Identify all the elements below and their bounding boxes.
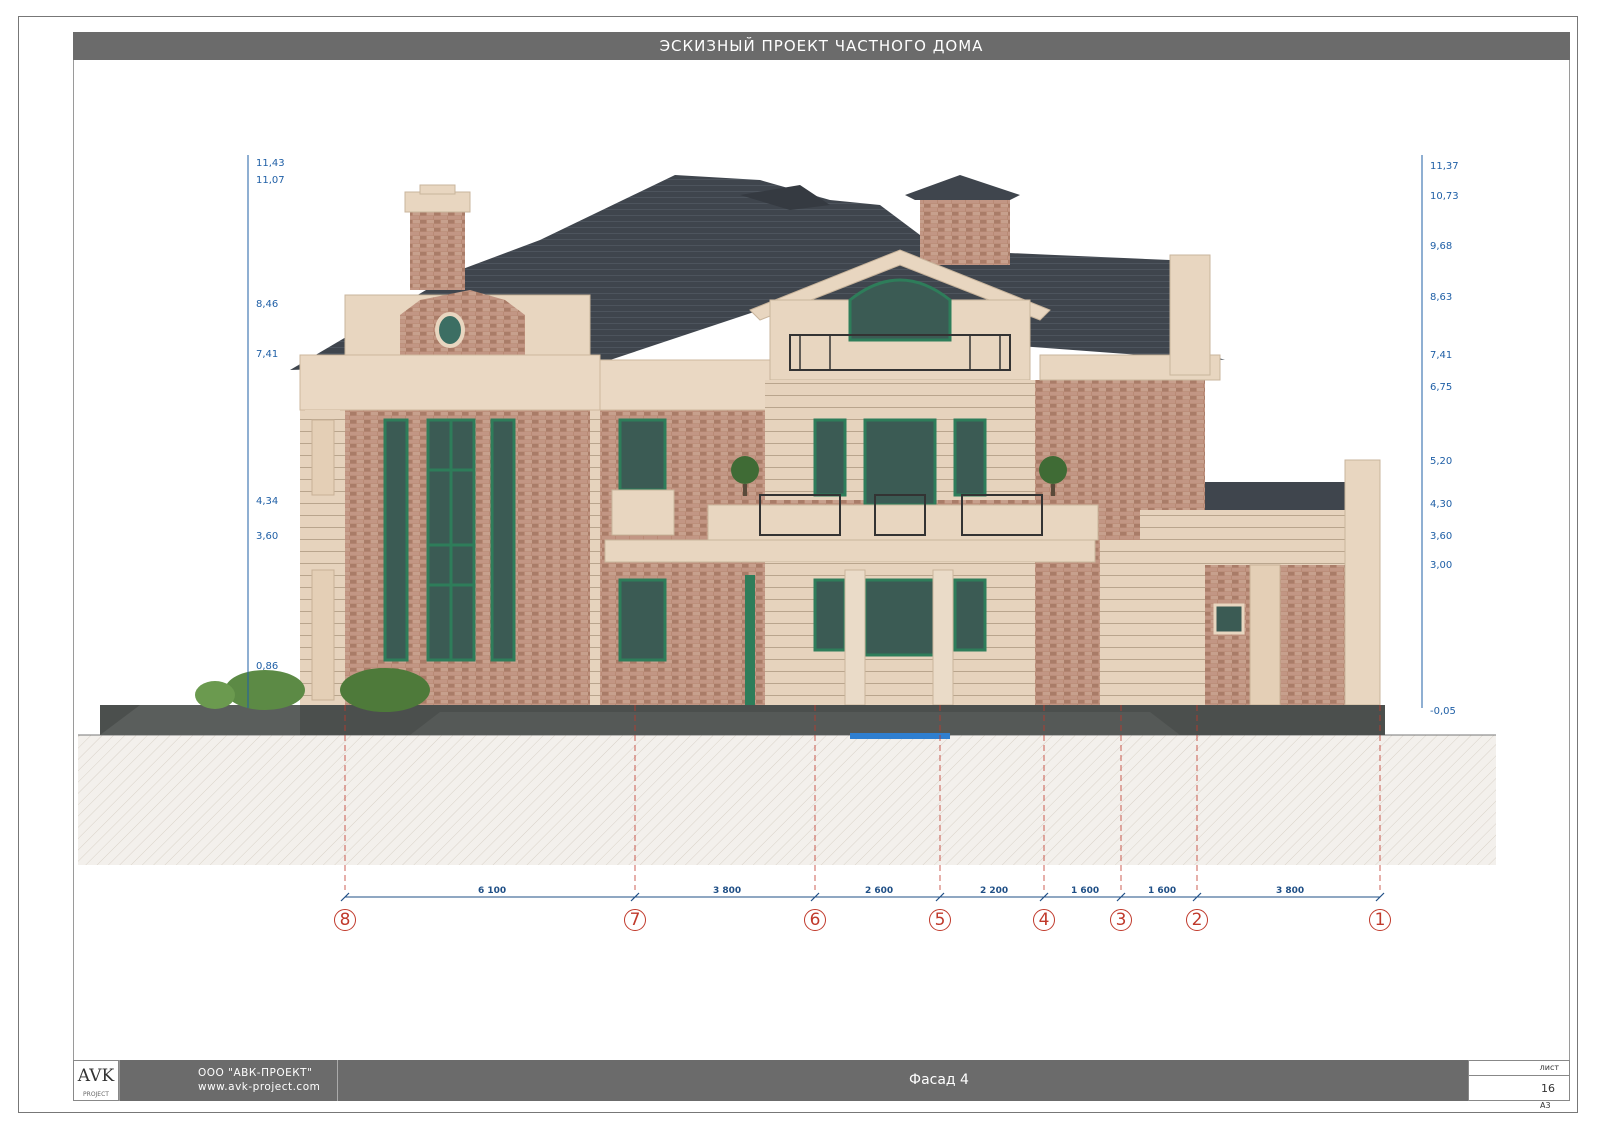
- level-right-5: 7,41: [1430, 350, 1453, 361]
- company-name: ООО "АВК-ПРОЕКТ": [198, 1067, 313, 1079]
- annex-roof: [1180, 482, 1365, 510]
- level-left-2: 11,07: [256, 175, 285, 186]
- dimension-6-5: 2 600: [865, 886, 894, 896]
- level-right-1: 11,37: [1430, 161, 1459, 172]
- company-info: ООО "АВК-ПРОЕКТ" www.avk-project.com: [119, 1060, 337, 1101]
- axis-marker-7: 7: [624, 909, 646, 931]
- dimension-4-3: 1 600: [1071, 886, 1100, 896]
- paper-format: А3: [1540, 1101, 1551, 1110]
- level-left-7: 0,86: [256, 661, 279, 672]
- sheet-name: Фасад 4: [337, 1060, 1540, 1101]
- axis-marker-1: 1: [1369, 909, 1391, 931]
- level-left-5: 4,34: [256, 496, 279, 507]
- logo-text: AVK: [77, 1066, 115, 1086]
- level-right-2: 10,73: [1430, 191, 1459, 202]
- axis-marker-6: 6: [804, 909, 826, 931]
- level-left-4: 7,41: [256, 349, 279, 360]
- dimension-5-4: 2 200: [980, 886, 1009, 896]
- axis-marker-5: 5: [929, 909, 951, 931]
- company-website: www.avk-project.com: [198, 1081, 321, 1093]
- company-logo: AVK PROJECT: [73, 1060, 119, 1101]
- sheet-number: 16: [1541, 1082, 1555, 1095]
- chimney: [410, 210, 465, 290]
- level-right-7: 5,20: [1430, 456, 1453, 467]
- level-right-6: 6,75: [1430, 382, 1453, 393]
- level-right-8: 4,30: [1430, 499, 1453, 510]
- ground-section: [78, 735, 1496, 865]
- level-right-11: -0,05: [1430, 706, 1456, 717]
- logo-subtext: PROJECT: [83, 1091, 109, 1098]
- level-right-9: 3,60: [1430, 531, 1453, 542]
- axis-marker-3: 3: [1110, 909, 1132, 931]
- sheet-number-box: лист 16: [1468, 1060, 1570, 1101]
- sheet-label: лист: [1469, 1063, 1569, 1076]
- axis-marker-8: 8: [334, 909, 356, 931]
- dimension-3-2: 1 600: [1148, 886, 1177, 896]
- title-block: AVK PROJECT ООО "АВК-ПРОЕКТ" www.avk-pro…: [73, 1060, 1570, 1101]
- level-right-4: 8,63: [1430, 292, 1453, 303]
- axis-marker-4: 4: [1033, 909, 1055, 931]
- level-left-3: 8,46: [256, 299, 279, 310]
- dimension-7-6: 3 800: [713, 886, 742, 896]
- axis-marker-2: 2: [1186, 909, 1208, 931]
- facade-drawing: [78, 155, 1496, 902]
- level-left-6: 3,60: [256, 531, 279, 542]
- dimension-8-7: 6 100: [478, 886, 507, 896]
- tower-roof: [905, 175, 1020, 200]
- level-right-3: 9,68: [1430, 241, 1453, 252]
- dimension-2-1: 3 800: [1276, 886, 1305, 896]
- level-left-1: 11,43: [256, 158, 285, 169]
- level-right-10: 3,00: [1430, 560, 1453, 571]
